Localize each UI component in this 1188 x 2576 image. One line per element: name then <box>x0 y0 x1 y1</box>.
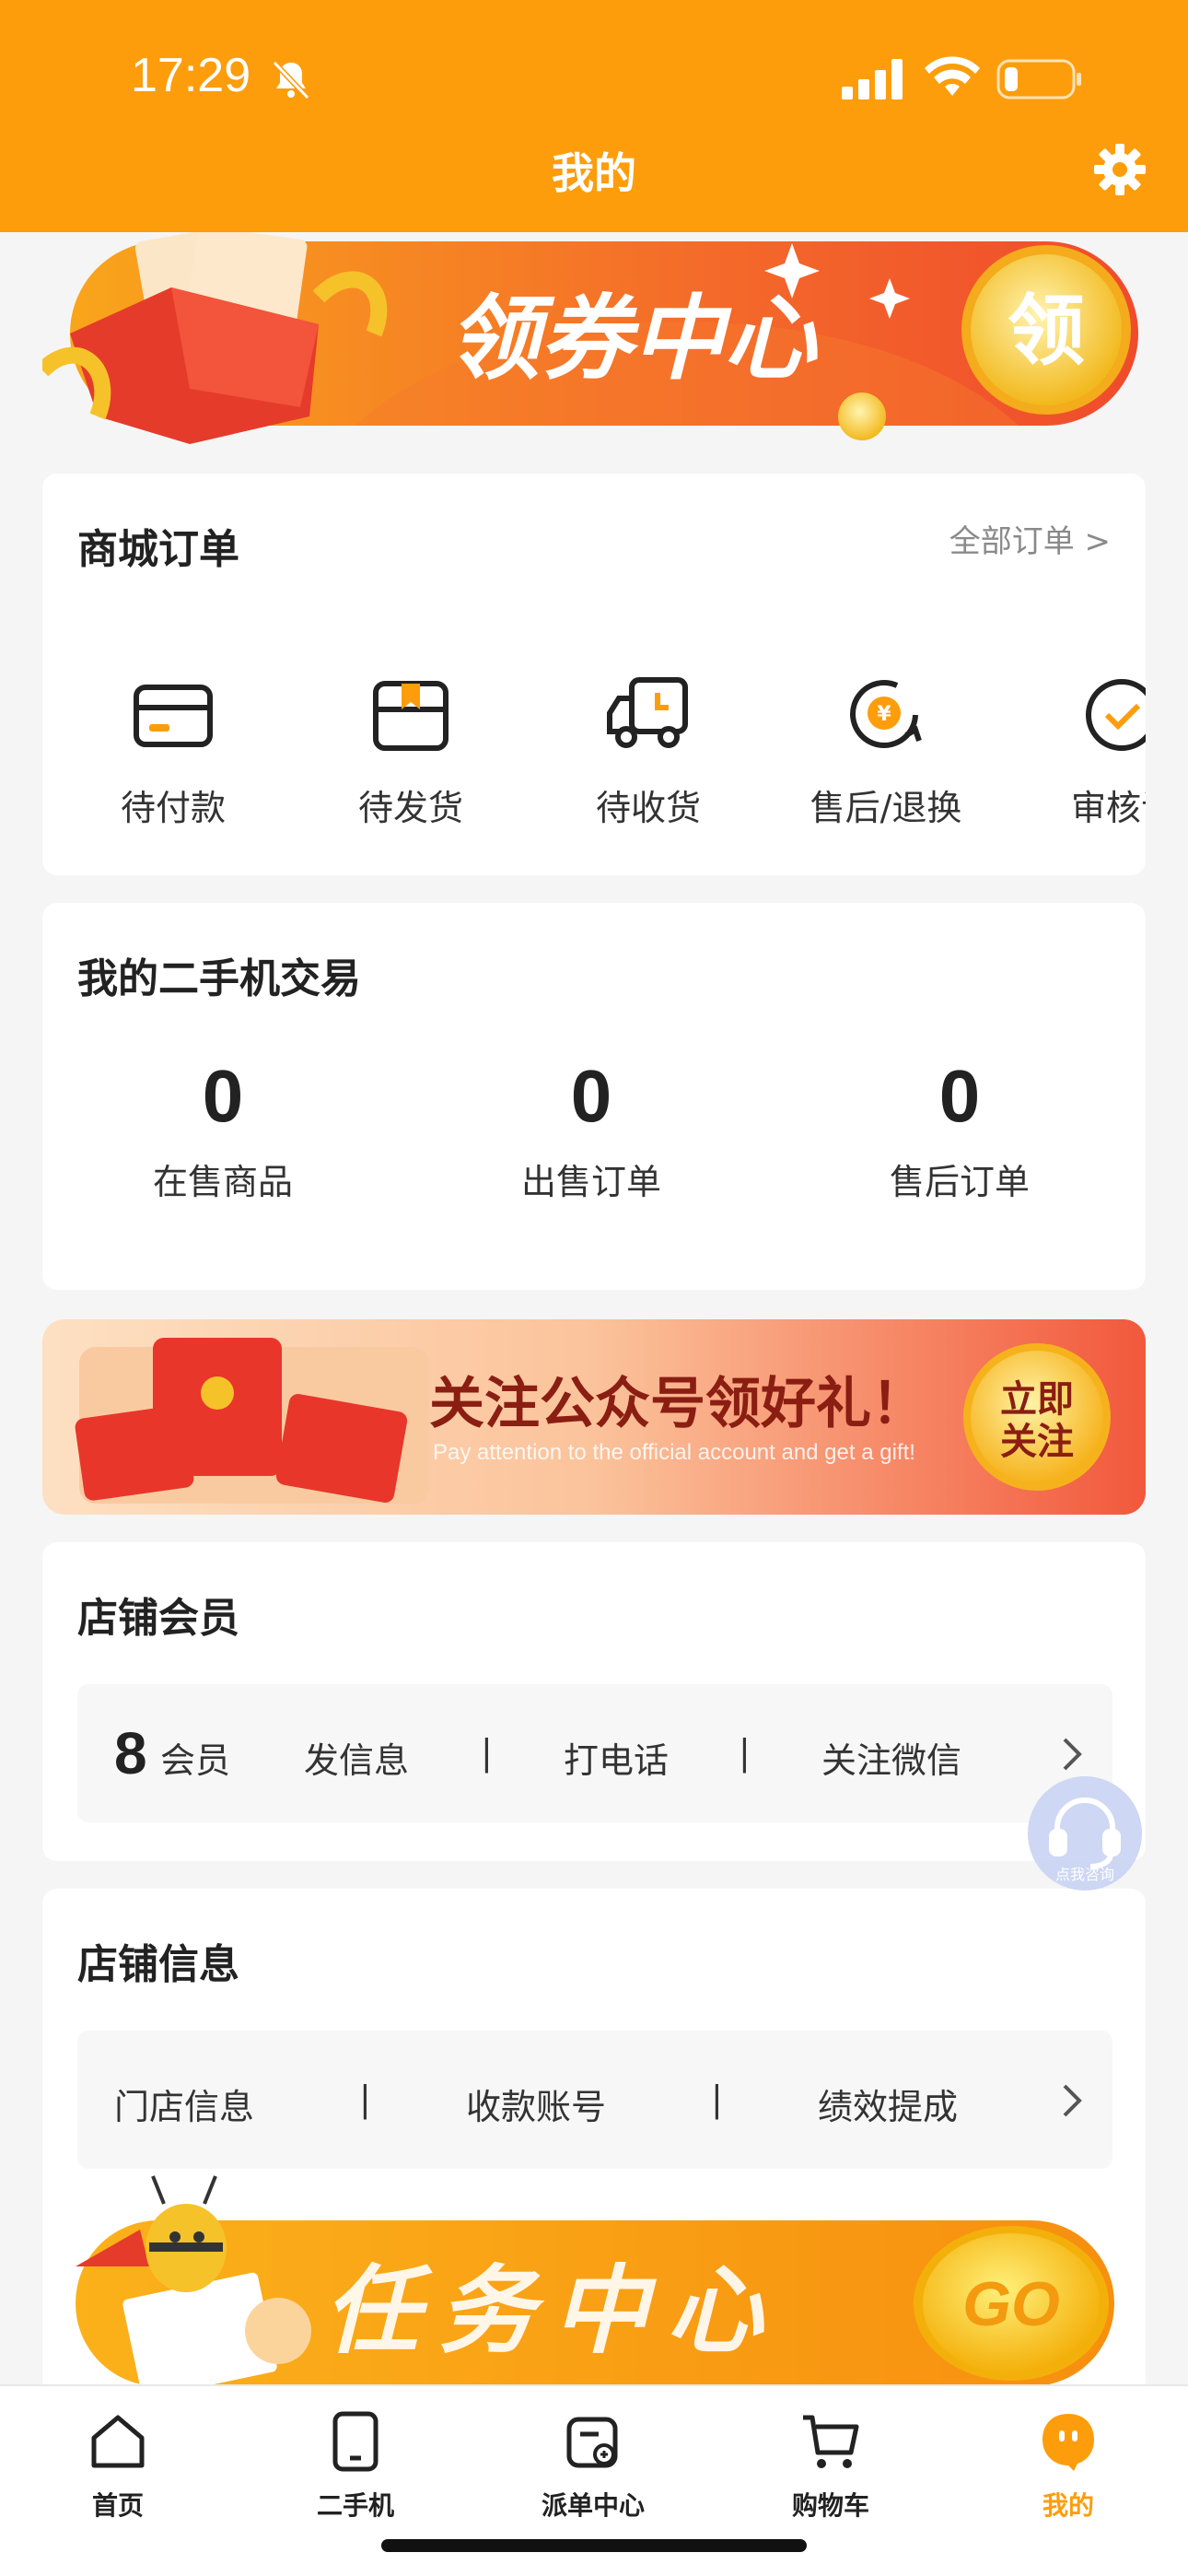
follow-button-line2: 关注 <box>1000 1421 1074 1463</box>
phone-icon <box>332 2411 379 2472</box>
profile-icon <box>1042 2414 1094 2471</box>
store-info-button[interactable]: 门店信息 <box>114 2078 254 2129</box>
review-icon <box>1086 679 1146 751</box>
divider: | <box>359 2078 371 2119</box>
chevron-right-icon[interactable] <box>1059 2082 1085 2119</box>
coupon-banner-title: 领券中心 <box>448 285 819 392</box>
bell-muted-icon <box>272 60 310 100</box>
follow-official-account-banner[interactable]: 关注公众号领好礼！ Pay attention to the official … <box>42 1319 1146 1515</box>
svg-text:¥: ¥ <box>877 703 891 726</box>
divider: | <box>481 1732 493 1773</box>
member-count-label: 会员 <box>160 1740 231 1781</box>
tab-dispatch-center[interactable]: 派单中心 <box>501 2410 685 2523</box>
send-message-button[interactable]: 发信息 <box>304 1732 409 1783</box>
member-count: 8 <box>114 1720 147 1786</box>
order-pending-payment[interactable]: 待付款 <box>81 671 265 830</box>
divider: | <box>739 1732 751 1773</box>
tab-profile[interactable]: 我的 <box>976 2410 1160 2523</box>
card-icon <box>134 685 213 747</box>
member-actions-row: 8 会员 发信息 | 打电话 | 关注微信 <box>77 1684 1112 1822</box>
red-envelope-icon <box>75 1338 429 1504</box>
refund-icon: ¥ <box>850 679 922 748</box>
call-button[interactable]: 打电话 <box>564 1732 669 1783</box>
performance-commission-button[interactable]: 绩效提成 <box>818 2078 958 2129</box>
store-member-card: 店铺会员 8 会员 发信息 | 打电话 | 关注微信 <box>42 1542 1146 1861</box>
trade-title: 我的二手机交易 <box>77 955 361 1002</box>
wifi-icon <box>925 56 980 96</box>
shop-info-title: 店铺信息 <box>77 1941 239 1988</box>
shop-info-row: 门店信息 | 收款账号 | 绩效提成 <box>77 2031 1112 2169</box>
mall-orders-card: 商城订单 全部订单 > 待付款 待发货 待收货 ¥ 售后/退换 审核 <box>42 474 1146 875</box>
task-go-button: GO <box>962 2269 1060 2339</box>
stat-sale-orders[interactable]: 0 出售订单 <box>453 1060 729 1204</box>
coupon-center-banner[interactable]: 领券中心 领 <box>42 232 1147 444</box>
stat-on-sale[interactable]: 0 在售商品 <box>85 1060 361 1204</box>
home-indicator <box>381 2539 807 2552</box>
second-hand-trade-card: 我的二手机交易 0 在售商品 0 出售订单 0 售后订单 <box>42 903 1146 1290</box>
follow-wechat-button[interactable]: 关注微信 <box>821 1732 961 1783</box>
gear-icon[interactable] <box>1092 142 1147 197</box>
order-pending-receipt[interactable]: 待收货 <box>556 671 740 830</box>
order-review[interactable]: 审核订 <box>1031 671 1146 830</box>
payment-account-button[interactable]: 收款账号 <box>466 2078 606 2129</box>
task-banner-title: 任务中心 <box>324 2254 781 2367</box>
coupon-banner-badge: 领 <box>1007 286 1085 376</box>
order-pending-shipment[interactable]: 待发货 <box>319 671 503 830</box>
app-header: 17:29 我的 <box>0 0 1188 232</box>
customer-service-label: 点我咨询 <box>1055 1866 1114 1883</box>
page-title: 我的 <box>552 148 636 198</box>
dispatch-icon <box>566 2417 618 2468</box>
task-center-banner[interactable]: 任务中心 GO <box>76 2165 1114 2386</box>
box-icon <box>373 681 448 751</box>
follow-banner-title: 关注公众号领好礼！ <box>429 1372 926 1436</box>
stat-after-sale-orders[interactable]: 0 售后订单 <box>821 1060 1098 1204</box>
orders-title: 商城订单 <box>77 526 239 573</box>
customer-service-button[interactable]: 点我咨询 <box>1026 1774 1144 1892</box>
battery-icon <box>996 59 1081 100</box>
status-time: 17:29 <box>131 49 251 102</box>
chevron-right-icon[interactable] <box>1059 1736 1085 1773</box>
all-orders-link[interactable]: 全部订单 > <box>949 516 1111 561</box>
follow-banner-subtitle: Pay attention to the official account an… <box>433 1440 915 1465</box>
signal-icon <box>842 59 903 100</box>
follow-button-line1: 立即 <box>1000 1378 1074 1421</box>
member-title: 店铺会员 <box>77 1595 239 1642</box>
order-after-sales[interactable]: ¥ 售后/退换 <box>794 671 978 830</box>
cart-icon <box>803 2415 859 2468</box>
divider: | <box>711 2078 723 2119</box>
tab-second-hand[interactable]: 二手机 <box>263 2410 448 2523</box>
truck-icon <box>607 677 688 748</box>
home-icon <box>91 2415 145 2468</box>
tab-cart[interactable]: 购物车 <box>739 2410 923 2523</box>
tab-home[interactable]: 首页 <box>26 2410 210 2523</box>
